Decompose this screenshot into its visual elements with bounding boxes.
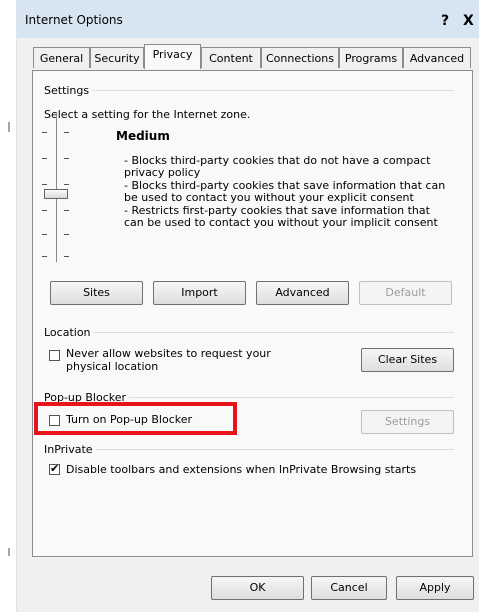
slider-tick bbox=[64, 256, 69, 257]
slider-tick bbox=[42, 158, 47, 159]
default-button[interactable]: Default bbox=[359, 281, 452, 305]
cancel-button[interactable]: Cancel bbox=[311, 576, 387, 600]
slider-tick bbox=[42, 184, 47, 185]
location-group-label: Location bbox=[44, 326, 94, 339]
location-checkbox-label: physical location bbox=[66, 360, 159, 373]
title-bar: Internet Options ? X bbox=[17, 0, 479, 38]
slider-tick bbox=[42, 234, 47, 235]
inprivate-group-line bbox=[44, 449, 454, 450]
window-title: Internet Options bbox=[25, 13, 123, 27]
location-group-line bbox=[44, 332, 454, 333]
popup-group-label: Pop-up Blocker bbox=[44, 391, 130, 404]
level-description-line: be used to contact you without your expl… bbox=[124, 191, 414, 204]
level-description-line: privacy policy bbox=[124, 166, 201, 179]
level-description-line: can be used to contact you without your … bbox=[124, 216, 438, 229]
slider-tick bbox=[64, 184, 69, 185]
tab-content[interactable]: Content bbox=[201, 47, 261, 68]
tab-advanced[interactable]: Advanced bbox=[403, 47, 471, 68]
slider-track bbox=[56, 112, 57, 262]
slider-tick bbox=[42, 256, 47, 257]
slider-thumb[interactable] bbox=[44, 189, 68, 199]
privacy-level-slider[interactable] bbox=[30, 112, 88, 262]
background-edge-mark bbox=[8, 548, 10, 556]
background-edge-mark bbox=[8, 122, 10, 132]
slider-tick bbox=[64, 132, 69, 133]
popup-blocker-checkbox[interactable] bbox=[49, 415, 60, 426]
advanced-button[interactable]: Advanced bbox=[256, 281, 349, 305]
tab-security[interactable]: Security bbox=[90, 47, 144, 68]
tab-privacy[interactable]: Privacy bbox=[144, 44, 201, 69]
inprivate-checkbox[interactable]: ✔ bbox=[49, 462, 60, 475]
apply-button[interactable]: Apply bbox=[396, 576, 474, 600]
sites-button[interactable]: Sites bbox=[50, 281, 143, 305]
help-button[interactable]: ? bbox=[441, 13, 449, 29]
tab-general[interactable]: General bbox=[33, 47, 90, 68]
inprivate-checkbox-label: Disable toolbars and extensions when InP… bbox=[66, 463, 417, 476]
privacy-level-title: Medium bbox=[116, 129, 170, 143]
checkmark-icon: ✔ bbox=[50, 462, 60, 475]
inprivate-group-label: InPrivate bbox=[44, 443, 96, 456]
location-checkbox-label: Never allow websites to request your bbox=[66, 347, 271, 360]
import-button[interactable]: Import bbox=[153, 281, 246, 305]
slider-tick bbox=[64, 234, 69, 235]
privacy-panel bbox=[32, 70, 473, 557]
tab-programs[interactable]: Programs bbox=[339, 47, 403, 68]
clear-sites-button[interactable]: Clear Sites bbox=[361, 348, 454, 372]
popup-settings-button[interactable]: Settings bbox=[361, 410, 454, 434]
settings-group-line bbox=[44, 90, 454, 91]
slider-tick bbox=[42, 132, 47, 133]
tab-connections[interactable]: Connections bbox=[261, 47, 339, 68]
slider-tick bbox=[42, 210, 47, 211]
popup-blocker-label: Turn on Pop-up Blocker bbox=[66, 413, 193, 426]
close-button[interactable]: X bbox=[463, 13, 474, 29]
ok-button[interactable]: OK bbox=[211, 576, 304, 600]
location-checkbox[interactable] bbox=[49, 350, 60, 361]
slider-tick bbox=[64, 210, 69, 211]
settings-group-label: Settings bbox=[44, 84, 93, 97]
slider-tick bbox=[64, 158, 69, 159]
